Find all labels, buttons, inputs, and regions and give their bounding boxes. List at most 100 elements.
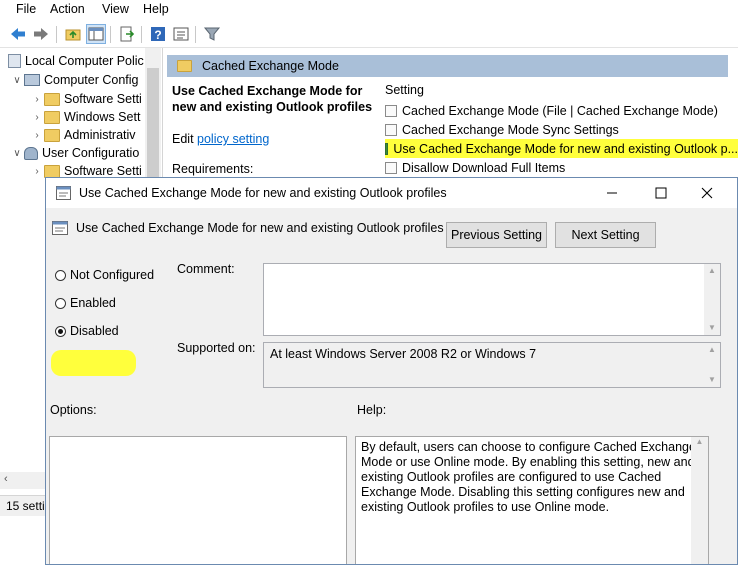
tree-item-windows-settings[interactable]: › Windows Sett (30, 108, 140, 126)
details-pane: Cached Exchange Mode Use Cached Exchange… (167, 55, 738, 185)
chevron-right-icon[interactable]: › (30, 130, 44, 141)
chevron-down-icon[interactable]: ∨ (10, 75, 24, 86)
scroll-down-icon[interactable]: ▼ (704, 373, 720, 387)
chevron-right-icon[interactable]: › (30, 94, 44, 105)
forward-arrow-icon[interactable] (31, 24, 51, 44)
supported-on-value: At least Windows Server 2008 R2 or Windo… (270, 347, 537, 361)
menu-file[interactable]: File (16, 2, 36, 16)
comment-scrollbar[interactable]: ▲ ▼ (704, 264, 720, 335)
radio-not-configured[interactable]: Not Configured (55, 266, 154, 284)
up-folder-icon[interactable] (63, 24, 83, 44)
policy-dialog: Use Cached Exchange Mode for new and exi… (45, 177, 738, 565)
tree-item-label: Computer Config (44, 73, 139, 87)
policy-icon (8, 54, 21, 68)
policy-setting-icon (56, 186, 71, 200)
show-hide-tree-icon[interactable] (86, 24, 106, 44)
tree-item-label: Software Setti (64, 92, 142, 106)
help-panel: By default, users can choose to configur… (355, 436, 709, 564)
user-icon (24, 146, 38, 160)
radio-label: Disabled (70, 324, 119, 338)
radio-circle-selected[interactable] (55, 325, 66, 337)
folder-header: Cached Exchange Mode (167, 55, 728, 77)
scrollbar-thumb[interactable] (147, 68, 159, 178)
scroll-up-icon[interactable]: ▲ (691, 437, 708, 451)
computer-icon (24, 74, 40, 86)
menu-help[interactable]: Help (143, 2, 169, 16)
folder-icon (177, 60, 192, 72)
tree-item-user-config[interactable]: ∨ User Configuratio (10, 144, 139, 162)
tree-item-local-policy[interactable]: Local Computer Polic (8, 52, 144, 70)
dialog-title-bar[interactable]: Use Cached Exchange Mode for new and exi… (46, 178, 737, 208)
filter-icon[interactable] (202, 24, 222, 44)
previous-setting-button[interactable]: Previous Setting (446, 222, 547, 248)
radio-label: Not Configured (70, 268, 155, 282)
toolbar-separator (110, 26, 111, 43)
next-setting-button[interactable]: Next Setting (555, 222, 656, 248)
dialog-title: Use Cached Exchange Mode for new and exi… (79, 186, 447, 200)
toolbar-separator (141, 26, 142, 43)
folder-icon (44, 110, 60, 124)
tree-item-computer-config[interactable]: ∨ Computer Config (10, 71, 139, 89)
chevron-down-icon[interactable]: ∨ (10, 148, 24, 159)
radio-label: Enabled (70, 296, 116, 310)
folder-header-title: Cached Exchange Mode (202, 59, 339, 73)
dialog-header: Use Cached Exchange Mode for new and exi… (52, 220, 444, 236)
tree-item-software-settings[interactable]: › Software Setti (30, 90, 142, 108)
scroll-left-icon[interactable]: ‹ (4, 473, 8, 485)
setting-icon (385, 123, 397, 136)
chevron-right-icon[interactable]: › (30, 166, 44, 177)
menu-bar: File Action View Help (0, 0, 738, 20)
chevron-right-icon[interactable]: › (30, 112, 44, 123)
svg-text:?: ? (154, 28, 161, 42)
folder-icon (44, 92, 60, 106)
tree-item-administrative[interactable]: › Administrativ (30, 126, 135, 144)
menu-view[interactable]: View (102, 2, 129, 16)
folder-icon (44, 164, 60, 178)
setting-label: Disallow Download Full Items (402, 160, 566, 175)
edit-policy-link[interactable]: policy setting (197, 132, 269, 146)
close-button[interactable] (696, 183, 718, 203)
help-text: By default, users can choose to configur… (361, 440, 696, 514)
policy-setting-icon (52, 220, 68, 236)
status-count: 15 setti (6, 499, 45, 513)
setting-icon (385, 142, 389, 155)
supported-on-field: At least Windows Server 2008 R2 or Windo… (263, 342, 721, 388)
back-arrow-icon[interactable] (8, 24, 28, 44)
setting-label: Cached Exchange Mode Sync Settings (402, 122, 619, 137)
export-list-icon[interactable] (117, 24, 137, 44)
scroll-up-icon[interactable]: ▲ (704, 343, 720, 357)
comment-field[interactable]: ▲ ▼ (263, 263, 721, 336)
menu-action[interactable]: Action (50, 2, 85, 16)
maximize-button[interactable] (650, 183, 672, 203)
highlight-marker (51, 350, 136, 376)
setting-label: Cached Exchange Mode (File | Cached Exch… (402, 103, 718, 118)
dialog-body: Use Cached Exchange Mode for new and exi… (46, 208, 737, 564)
properties-icon[interactable] (171, 24, 191, 44)
scroll-up-icon[interactable]: ▲ (704, 264, 720, 278)
minimize-button[interactable] (601, 183, 623, 203)
setting-label: Use Cached Exchange Mode for new and exi… (393, 141, 738, 156)
help-label: Help: (357, 403, 387, 417)
requirements-label: Requirements: (172, 162, 254, 176)
toolbar-separator (56, 26, 57, 43)
radio-circle[interactable] (55, 269, 66, 281)
radio-enabled[interactable]: Enabled (55, 294, 116, 312)
tree-item-label: Windows Sett (64, 110, 141, 124)
setting-icon (385, 161, 397, 174)
help-scrollbar[interactable]: ▲ (691, 437, 708, 564)
setting-row[interactable]: Cached Exchange Mode (File | Cached Exch… (385, 101, 738, 120)
options-panel (49, 436, 347, 564)
setting-row-selected[interactable]: Use Cached Exchange Mode for new and exi… (385, 139, 738, 158)
setting-row[interactable]: Disallow Download Full Items (385, 158, 738, 177)
supported-scrollbar[interactable]: ▲ ▼ (704, 343, 720, 387)
setting-column-header[interactable]: Setting (385, 83, 738, 101)
scroll-down-icon[interactable]: ▼ (704, 321, 720, 335)
radio-disabled[interactable]: Disabled (55, 322, 119, 340)
tree-horizontal-scrollbar[interactable]: ‹ (0, 472, 46, 489)
setting-icon (385, 104, 397, 117)
setting-row[interactable]: Cached Exchange Mode Sync Settings (385, 120, 738, 139)
help-icon[interactable]: ? (148, 24, 168, 44)
options-label: Options: (50, 403, 97, 417)
toolbar: ? (0, 21, 738, 48)
radio-circle[interactable] (55, 297, 66, 309)
